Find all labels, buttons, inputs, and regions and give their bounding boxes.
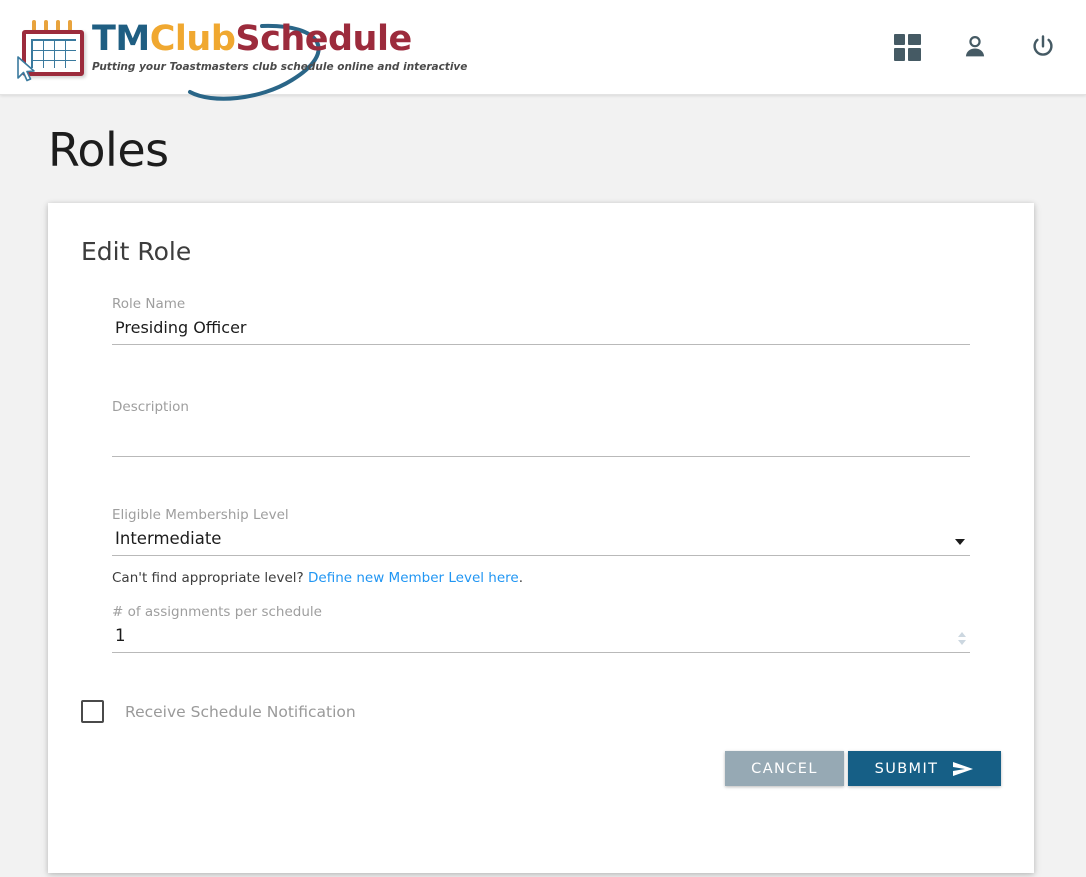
description-label: Description: [112, 399, 189, 415]
member-level-helper: Can't find appropriate level? Define new…: [112, 570, 970, 586]
receive-notification-label[interactable]: Receive Schedule Notification: [125, 703, 356, 721]
account-button[interactable]: [960, 32, 990, 62]
header-actions: [892, 32, 1058, 62]
membership-level-select[interactable]: [112, 529, 970, 556]
form-actions: CANCEL SUBMIT: [112, 751, 1001, 786]
description-input[interactable]: [112, 421, 970, 457]
receive-notification-checkbox[interactable]: [81, 700, 104, 723]
card-title: Edit Role: [81, 237, 192, 266]
membership-level-label: Eligible Membership Level: [112, 507, 289, 523]
role-name-input[interactable]: [112, 318, 970, 345]
role-name-field: Role Name: [112, 296, 970, 345]
notification-checkbox-row: Receive Schedule Notification: [81, 700, 970, 723]
assignments-stepper[interactable]: [958, 632, 966, 645]
dashboard-button[interactable]: [892, 32, 922, 62]
role-name-label: Role Name: [112, 296, 186, 312]
person-icon: [965, 35, 985, 57]
dashboard-icon: [893, 33, 921, 61]
assignments-field: # of assignments per schedule: [112, 604, 970, 653]
app-header: TMClubSchedule Putting your Toastmasters…: [0, 0, 1086, 101]
logo-wordmark: TMClubSchedule: [92, 18, 467, 59]
logo-word-tm: TM: [92, 18, 150, 59]
helper-text: Can't find appropriate level?: [112, 570, 304, 586]
edit-role-card: Edit Role Role Name Description Eligible…: [48, 203, 1034, 873]
calendar-logo-icon: [14, 14, 88, 82]
send-icon: [953, 761, 974, 776]
logo-word-schedule: Schedule: [235, 18, 412, 59]
description-field: Description: [112, 399, 970, 457]
assignments-input[interactable]: [112, 626, 970, 653]
logo-tagline: Putting your Toastmasters club schedule …: [92, 60, 468, 73]
helper-suffix: .: [518, 570, 524, 586]
assignments-label: # of assignments per schedule: [112, 604, 322, 620]
page-title: Roles: [48, 123, 169, 177]
power-icon: [1033, 35, 1053, 56]
logout-button[interactable]: [1028, 32, 1058, 62]
stepper-up-icon[interactable]: [958, 632, 966, 637]
membership-level-field: Eligible Membership Level: [112, 507, 970, 556]
stepper-down-icon[interactable]: [958, 640, 966, 645]
define-member-level-link[interactable]: Define new Member Level here: [308, 570, 519, 586]
edit-role-form: Role Name Description Eligible Membershi…: [81, 296, 1001, 786]
page-content: Roles Edit Role Role Name Description El…: [0, 95, 1086, 873]
submit-button-label: SUBMIT: [874, 760, 939, 777]
cancel-button[interactable]: CANCEL: [725, 751, 844, 786]
submit-button[interactable]: SUBMIT: [848, 751, 1001, 786]
app-logo[interactable]: TMClubSchedule Putting your Toastmasters…: [14, 0, 468, 101]
logo-word-club: Club: [149, 18, 236, 59]
cursor-icon: [17, 56, 35, 82]
